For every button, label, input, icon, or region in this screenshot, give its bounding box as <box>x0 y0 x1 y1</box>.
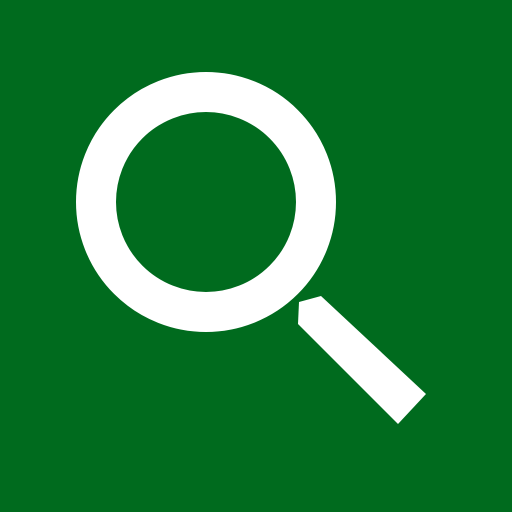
search-app-tile[interactable] <box>0 0 512 512</box>
search-icon-handle <box>298 296 426 424</box>
search-icon <box>76 72 426 424</box>
search-icon-lens <box>76 72 336 332</box>
